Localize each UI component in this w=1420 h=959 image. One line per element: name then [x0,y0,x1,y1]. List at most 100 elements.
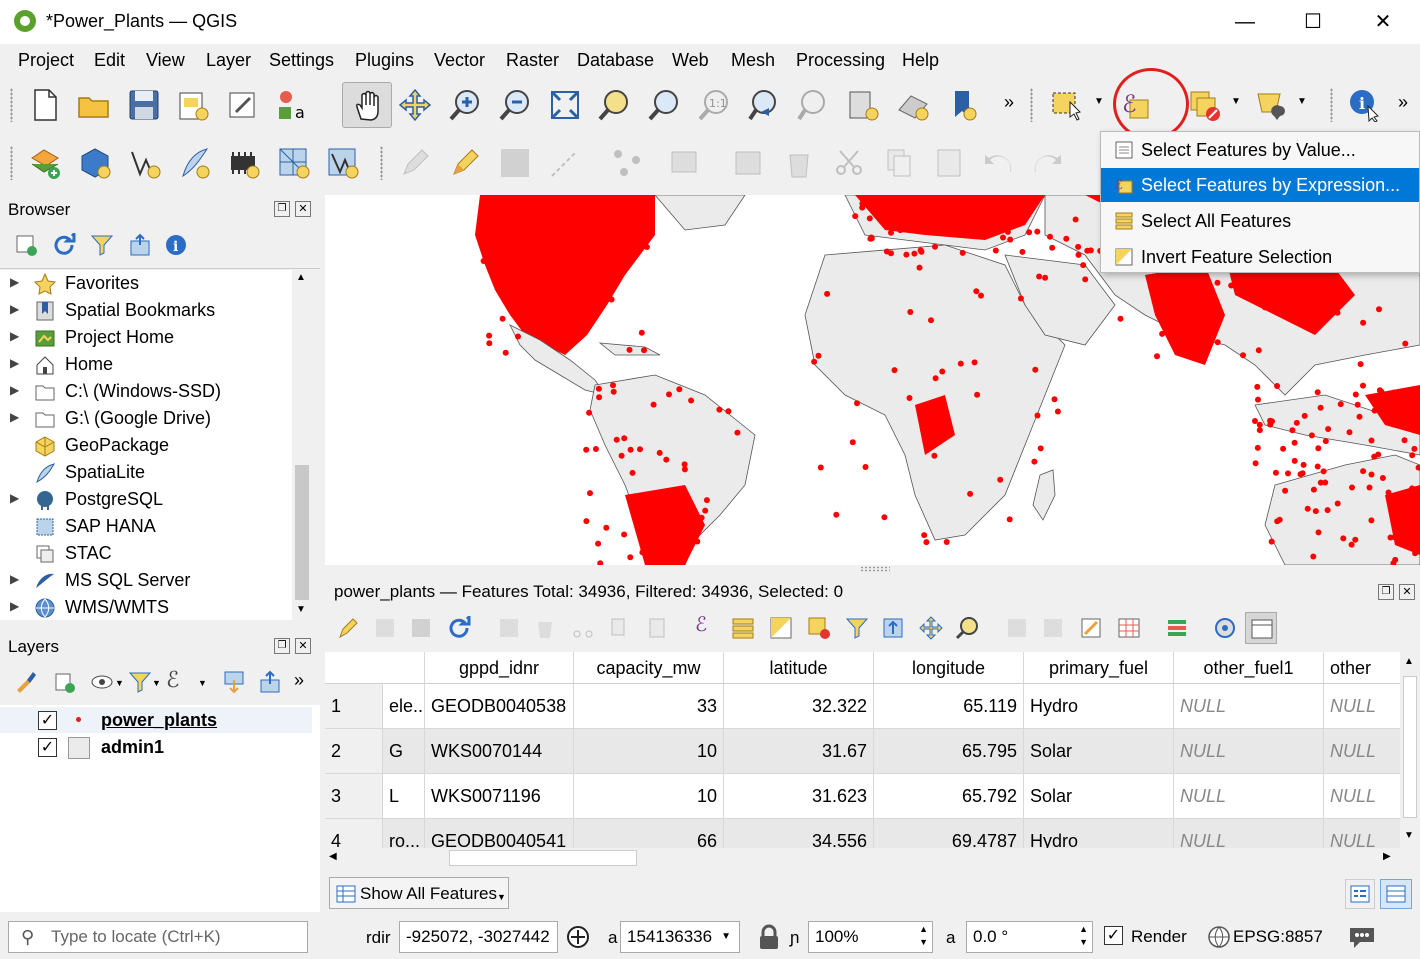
new-map-view-icon[interactable] [846,88,880,122]
menu-plugins[interactable]: Plugins [355,50,414,71]
zoom-to-selected-icon[interactable] [955,616,979,640]
table-cell-cap[interactable]: 66 [574,819,724,848]
coordinate-toggle-icon[interactable] [565,924,591,950]
filter-dropdown-icon[interactable]: ▼ [152,678,161,688]
minimize-button[interactable]: — [1222,6,1268,38]
table-cell-fuel[interactable]: Hydro [1024,819,1174,848]
magnifier-field[interactable]: 100% ▲ ▼ [808,921,933,953]
browser-item-g-drive[interactable]: ▶ G:\ (Google Drive) [8,406,308,433]
close-button[interactable]: ✕ [1360,6,1406,38]
themes-dropdown-icon[interactable]: ▼ [115,678,124,688]
layer-row-admin1[interactable]: ✓ admin1 [0,734,312,760]
browser-item-home[interactable]: ▶ Home [8,352,308,379]
table-cell-lon[interactable]: 69.4787 [874,819,1024,848]
close-panel-icon[interactable]: ✕ [1399,584,1415,600]
float-panel-icon[interactable]: ❐ [1378,584,1394,600]
table-cell-lat[interactable]: 31.67 [724,729,874,774]
menu-vector[interactable]: Vector [434,50,485,71]
coordinate-field[interactable]: -925072, -3027442 [399,921,558,953]
row-number[interactable]: 1 [325,684,383,729]
save-project-icon[interactable] [127,88,161,122]
browser-scrollbar[interactable]: ▲ ▼ [293,270,311,620]
table-cell-fuel[interactable]: Solar [1024,729,1174,774]
row-number[interactable]: 3 [325,774,383,819]
layer-row-power-plants[interactable]: ✓ power_plants [0,707,312,733]
show-all-features-dropdown[interactable]: Show All Features ▼ [329,877,509,909]
table-cell-lat[interactable]: 31.623 [724,774,874,819]
table-cell-o1[interactable]: NULL [1174,774,1324,819]
layer-name[interactable]: admin1 [101,737,164,758]
browser-item-favorites[interactable]: ▶ Favorites [8,271,308,298]
zoom-to-selection-icon[interactable] [597,88,631,122]
splitter-handle[interactable] [860,566,890,572]
organize-columns-icon[interactable] [1165,616,1189,640]
crs-label[interactable]: EPSG:8857 [1233,927,1323,947]
browser-item-mssql[interactable]: ▶ MS SQL Server [8,568,308,595]
new-bookmark-icon[interactable] [946,88,980,122]
row-number[interactable]: 4 [325,819,383,848]
collapse-all-icon[interactable] [128,233,152,257]
expand-all-icon[interactable] [222,670,246,694]
menu-layer[interactable]: Layer [206,50,251,71]
zoom-in-icon[interactable] [448,88,482,122]
select-location-dropdown-icon[interactable]: ▼ [1297,96,1307,107]
table-cell-lon[interactable]: 65.792 [874,774,1024,819]
table-cell-id[interactable]: WKS0070144 [425,729,574,774]
browser-item-sap-hana[interactable]: SAP HANA [8,514,308,541]
table-cell-id[interactable]: WKS0071196 [425,774,574,819]
deselect-all-icon[interactable] [1188,88,1222,122]
table-cell-cap[interactable]: 10 [574,729,724,774]
refresh-icon[interactable] [52,233,76,257]
actions-icon[interactable] [1213,616,1237,640]
close-panel-icon[interactable]: ✕ [295,638,311,654]
layer-visibility-checkbox[interactable]: ✓ [38,711,57,730]
select-features-dropdown-icon[interactable]: ▼ [1094,96,1104,107]
scrollbar-thumb[interactable] [449,850,637,866]
menu-view[interactable]: View [146,50,185,71]
menu-help[interactable]: Help [902,50,939,71]
locator-search-input[interactable]: ⚲ Type to locate (Ctrl+K) [8,921,308,953]
new-print-layout-icon[interactable] [176,88,210,122]
filter-by-expression-icon[interactable]: ℰ [166,668,179,693]
scale-field[interactable]: 154136336 ▼ [620,921,740,953]
info-icon[interactable]: i [164,233,188,257]
spinner-icon[interactable]: ▲ ▼ [1079,923,1088,949]
table-cell-cap[interactable]: 33 [574,684,724,729]
browser-item-postgresql[interactable]: ▶ PostgreSQL [8,487,308,514]
globe-icon[interactable] [1207,925,1231,949]
menu-item-select-by-expression[interactable]: ℰ Select Features by Expression... [1101,168,1419,202]
table-view-button[interactable] [1380,879,1412,909]
deselect-dropdown-icon[interactable]: ▼ [1231,96,1241,107]
scroll-down-icon[interactable]: ▼ [296,604,306,615]
layer-name[interactable]: power_plants [101,710,217,731]
spinner-icon[interactable]: ▲ ▼ [919,923,928,949]
menu-project[interactable]: Project [18,50,74,71]
lock-scale-icon[interactable] [758,924,780,950]
menu-raster[interactable]: Raster [506,50,559,71]
new-temporary-layer-icon[interactable] [326,146,360,180]
float-panel-icon[interactable]: ❐ [274,201,290,217]
browser-item-stac[interactable]: STAC [8,541,308,568]
menu-item-invert-selection[interactable]: Invert Feature Selection [1101,240,1419,274]
zoom-full-icon[interactable] [548,88,582,122]
toolbar-overflow-icon[interactable]: » [1004,92,1014,113]
layer-visibility-checkbox[interactable]: ✓ [38,738,57,757]
browser-item-project-home[interactable]: ▶ Project Home [8,325,308,352]
close-panel-icon[interactable]: ✕ [295,201,311,217]
select-by-expression-icon[interactable]: ℰ [695,612,707,636]
row-number[interactable]: 2 [325,729,383,774]
rotation-field[interactable]: 0.0 ° ▲ ▼ [966,921,1093,953]
layers-toolbar-overflow-icon[interactable]: » [294,670,304,691]
style-manager-icon[interactable]: a [275,88,309,122]
select-by-location-icon[interactable] [1254,88,1288,122]
table-cell-lat[interactable]: 32.322 [724,684,874,729]
table-cell-name[interactable]: ro... [383,819,425,848]
zoom-out-icon[interactable] [498,88,532,122]
browser-item-spatial-bookmarks[interactable]: ▶ Spatial Bookmarks [8,298,308,325]
new-virtual-layer-icon[interactable] [227,146,261,180]
pan-to-selected-icon[interactable] [919,616,943,640]
new-3d-map-icon[interactable] [896,88,930,122]
table-cell-lon[interactable]: 65.795 [874,729,1024,774]
toggle-editing-icon[interactable] [337,616,361,640]
column-header-latitude[interactable]: latitude [724,652,874,684]
